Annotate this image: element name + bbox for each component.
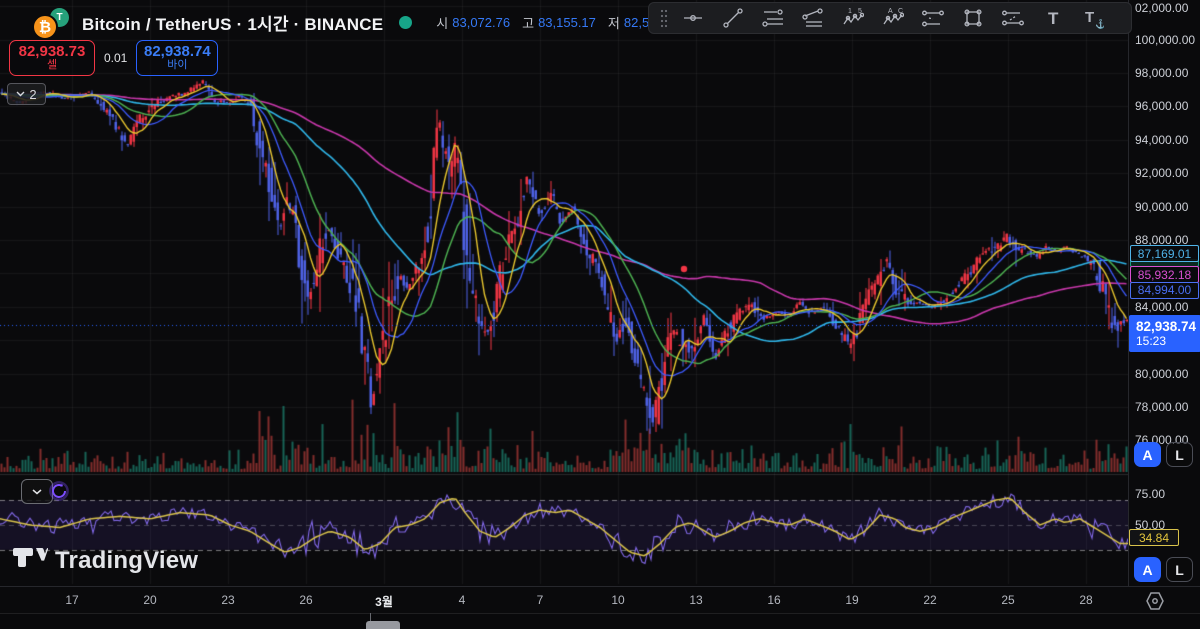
ma-price-label: 84,994.00 [1130, 282, 1199, 299]
scale-mode-toggle-rsi: A L [1134, 557, 1193, 582]
buy-button[interactable]: 82,938.74 바이 [136, 40, 218, 76]
rectangle-tool-icon[interactable] [955, 4, 991, 32]
spread-value: 0.01 [104, 51, 127, 65]
chevron-down-icon [32, 489, 42, 495]
tradingview-chart-window: T ₿ Bitcoin / TetherUS · 1시간 · BINANCE 시… [0, 0, 1200, 629]
tradingview-logo[interactable]: TradingView [12, 547, 198, 575]
tradingview-mark-icon [12, 547, 48, 575]
price-axis[interactable]: 82,938.74 15:23 02,000.00 100,000.00 98,00… [1128, 0, 1200, 586]
bitcoin-coin-icon: ₿ [32, 14, 58, 40]
sell-price: 82,938.73 [19, 44, 86, 60]
price-tick: 02,000.00 [1135, 1, 1188, 15]
svg-text:1: 1 [848, 8, 852, 15]
price-tick: 78,000.00 [1135, 400, 1188, 414]
sell-button[interactable]: 82,938.73 셀 [9, 40, 95, 76]
chevron-down-icon [16, 91, 25, 97]
price-tick: 96,000.00 [1135, 99, 1188, 113]
time-tick: 22 [923, 593, 936, 607]
log-scale-button[interactable]: L [1166, 442, 1193, 467]
flat-channel-tool-icon[interactable] [995, 4, 1031, 32]
price-tick: 92,000.00 [1135, 166, 1188, 180]
drawing-toolbar: 15ACTT⚓ [648, 2, 1132, 34]
current-price-value: 82,938.74 [1136, 319, 1200, 334]
buy-label: 바이 [167, 60, 187, 72]
price-tick: 98,000.00 [1135, 66, 1188, 80]
horizontal-line-tool-icon[interactable] [675, 4, 711, 32]
time-tick: 28 [1079, 593, 1092, 607]
high-label: 고 [522, 13, 534, 32]
svg-text:A: A [888, 8, 893, 15]
toolbar-drag-handle-icon[interactable] [657, 4, 671, 32]
trend-line-tool-icon[interactable] [715, 4, 751, 32]
elliott-wave-tool-icon[interactable]: 15 [835, 4, 871, 32]
time-tick: 10 [611, 593, 624, 607]
scale-mode-toggle-main: A L [1134, 442, 1193, 467]
ma-price-label: 87,169.01 [1130, 245, 1199, 262]
price-tick: 84,000.00 [1135, 300, 1188, 314]
abcd-pattern-tool-icon[interactable]: AC [875, 4, 911, 32]
time-tick: 25 [1001, 593, 1014, 607]
time-tick: 20 [143, 593, 156, 607]
time-tick: 13 [689, 593, 702, 607]
indicator-refresh-icon[interactable] [49, 481, 69, 501]
buy-price: 82,938.74 [144, 44, 211, 60]
svg-text:T: T [1085, 9, 1094, 26]
rsi-tick: 75.00 [1135, 487, 1165, 501]
time-tick: 3월 [375, 593, 393, 610]
horizontal-rays-tool-icon[interactable] [755, 4, 791, 32]
log-scale-button[interactable]: L [1166, 557, 1193, 582]
collapse-indicators-button[interactable]: 2 [7, 83, 46, 105]
time-tick: 16 [767, 593, 780, 607]
auto-scale-button[interactable]: A [1134, 442, 1161, 467]
market-status-dot-icon [399, 16, 412, 29]
svg-text:⚓: ⚓ [1095, 18, 1104, 29]
auto-scale-button[interactable]: A [1134, 557, 1161, 582]
ma-price-label: 85,932.18 [1130, 266, 1199, 283]
high-value: 83,155.17 [538, 15, 596, 30]
partial-cutoff-element [366, 621, 400, 629]
rsi-ma-value-label: 34.84 [1129, 529, 1179, 546]
text-tool-icon[interactable]: T [1035, 4, 1071, 32]
partial-tick-mark [370, 613, 371, 621]
anchored-text-tool-icon[interactable]: T⚓ [1075, 4, 1111, 32]
time-tick: 26 [299, 593, 312, 607]
time-tick: 23 [221, 593, 234, 607]
symbol-title[interactable]: Bitcoin / TetherUS · 1시간 · BINANCE [82, 10, 383, 35]
price-tick: 94,000.00 [1135, 133, 1188, 147]
tradingview-logo-text: TradingView [55, 547, 198, 575]
disjoint-channel-tool-icon[interactable] [915, 4, 951, 32]
open-value: 83,072.76 [452, 15, 510, 30]
svg-text:T: T [1048, 9, 1059, 28]
open-label: 시 [436, 13, 448, 32]
sell-label: 셀 [47, 60, 57, 72]
bottom-strip [0, 613, 1200, 629]
price-tick: 80,000.00 [1135, 367, 1188, 381]
time-tick: 7 [537, 593, 544, 607]
bar-countdown: 15:23 [1136, 334, 1200, 348]
chart-header: T ₿ Bitcoin / TetherUS · 1시간 · BINANCE 시… [28, 6, 717, 38]
time-tick: 4 [459, 593, 466, 607]
hexagon-settings-icon[interactable] [1143, 590, 1167, 612]
parallel-lines-tool-icon[interactable] [795, 4, 831, 32]
low-label: 저 [608, 13, 620, 32]
symbol-logo: T ₿ [28, 6, 72, 38]
price-tick: 90,000.00 [1135, 200, 1188, 214]
collapsed-indicator-count: 2 [29, 87, 36, 102]
time-tick: 19 [845, 593, 858, 607]
time-tick: 17 [65, 593, 78, 607]
price-tick: 100,000.00 [1135, 33, 1195, 47]
time-axis[interactable]: 17 20 23 26 3월 4 7 10 13 16 19 22 25 28 [0, 586, 1200, 614]
current-price-label: 82,938.74 15:23 [1129, 315, 1200, 352]
trade-panel: 82,938.73 셀 0.01 82,938.74 바이 [9, 40, 218, 76]
chart-plot-area[interactable] [0, 0, 1128, 586]
